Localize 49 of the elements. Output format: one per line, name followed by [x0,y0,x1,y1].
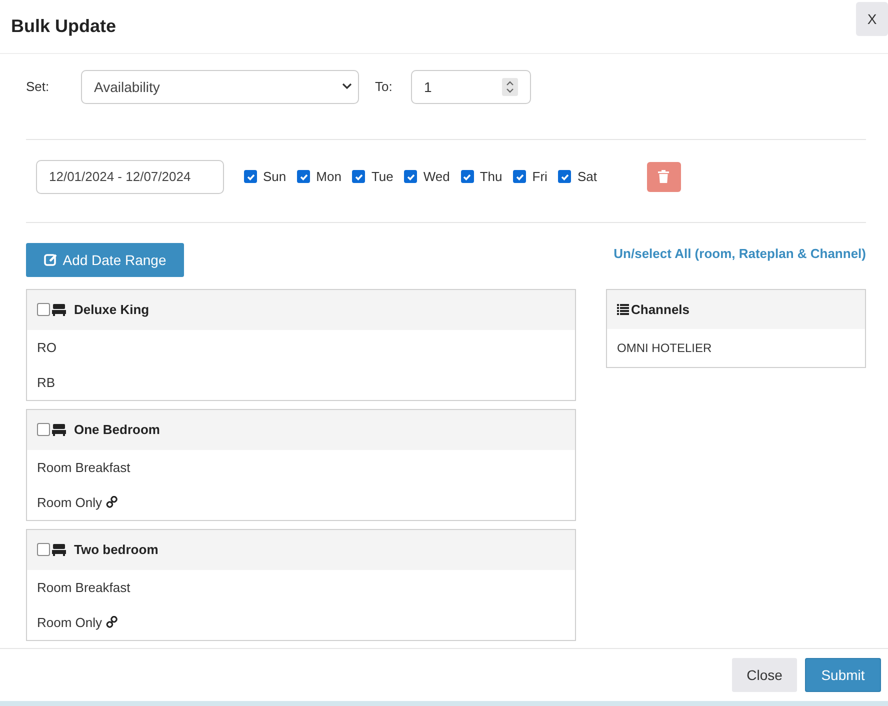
room-name: Two bedroom [74,542,158,558]
channels-title: Channels [631,302,690,317]
day-checkbox[interactable] [460,170,474,184]
rate-plan-name: Room Only [37,494,102,510]
select-all-link[interactable]: Un/select All (room, Rateplan & Channel) [614,246,866,261]
room-checkbox[interactable] [37,543,50,556]
day-label: Thu [480,169,502,184]
rate-plan-name: Room Breakfast [37,580,130,595]
link-icon [106,616,118,628]
day-checkbox[interactable] [404,170,418,184]
bed-icon [52,304,66,316]
day-checkbox[interactable] [244,170,257,184]
close-button[interactable]: Close [732,658,797,692]
day-label: Tue [371,169,394,184]
chevron-down-icon [342,83,352,90]
day-label: Wed [423,169,450,184]
modal-title: Bulk Update [11,16,116,37]
day-label: Sun [263,169,286,184]
spinner-icon[interactable] [502,78,518,96]
day-label: Fri [532,169,548,184]
room-checkbox[interactable] [37,423,50,436]
rate-plan-name: RO [37,340,56,355]
edit-icon [44,252,58,267]
day-checkbox[interactable] [558,170,572,184]
rate-plan-name: Room Breakfast [37,460,130,475]
field-select[interactable]: Availability [81,70,359,104]
rate-plan-name: RB [37,374,56,390]
bed-icon [52,544,66,556]
channel-item[interactable]: OMNI HOTELIER [607,328,865,367]
list-icon [617,304,629,315]
set-label: Set: [26,79,50,94]
bed-icon [52,424,66,436]
value-input[interactable]: 1 [411,70,531,104]
room-name: Deluxe King [74,302,150,318]
day-label: Mon [316,169,342,184]
link-icon [106,496,118,508]
add-date-range-button[interactable]: Add Date Range [26,242,184,277]
to-label: To: [375,79,394,94]
trash-icon [658,170,670,184]
day-checkbox[interactable] [513,170,526,184]
submit-button[interactable]: Submit [805,658,881,692]
day-checkbox[interactable] [352,170,366,184]
day-label: Sat [577,169,597,184]
date-range-field[interactable]: 12/01/2024 - 12/07/2024 [36,160,224,194]
close-button[interactable]: X [856,2,888,36]
rate-plan-name: Room Only [37,614,102,630]
room-name: One Bedroom [74,422,160,438]
day-checkbox[interactable] [297,170,310,184]
room-checkbox[interactable] [37,303,50,316]
